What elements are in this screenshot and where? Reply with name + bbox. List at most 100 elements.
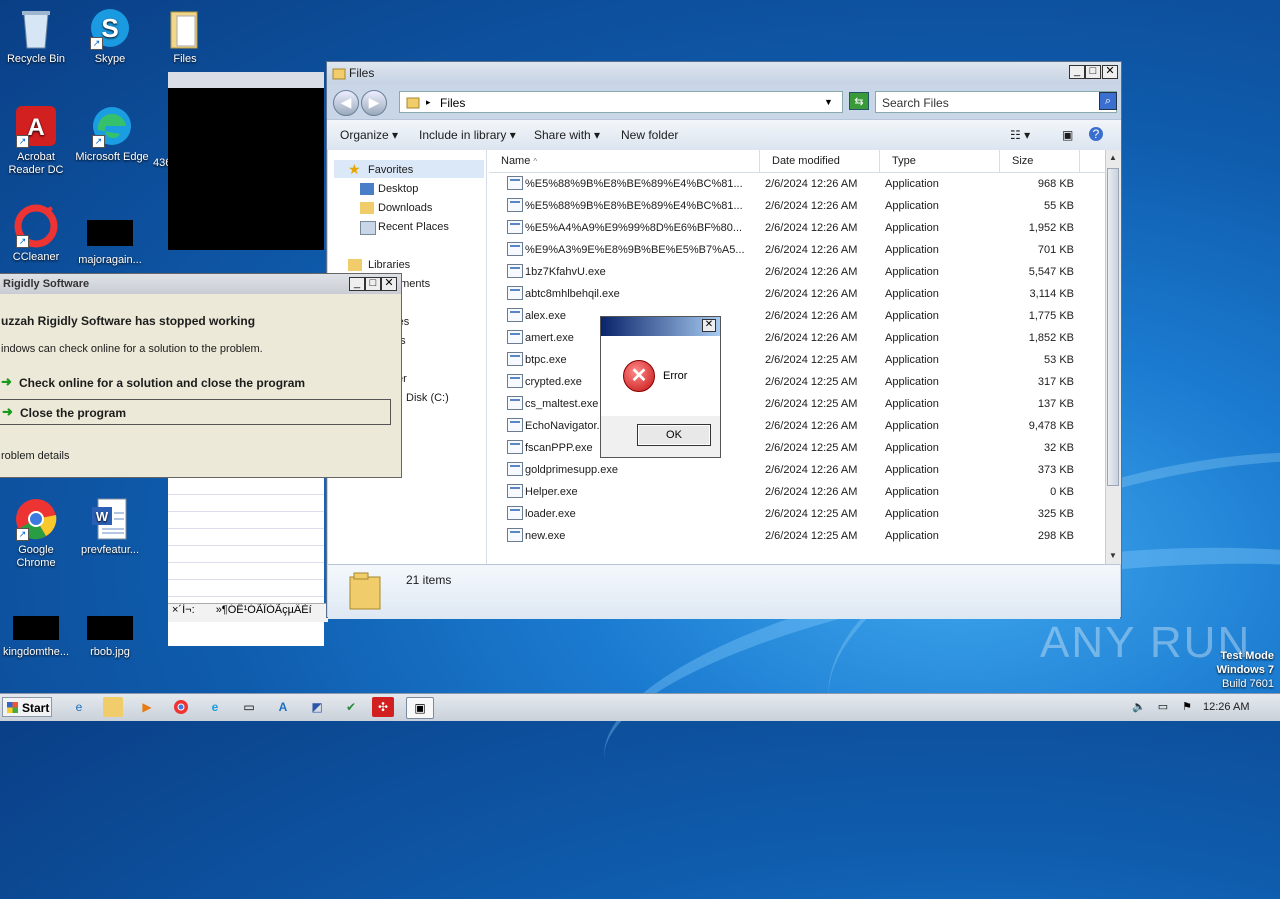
- file-row[interactable]: crypted.exe 2/6/2024 12:25 AM Application 3…: [489, 371, 1105, 393]
- nav-libraries[interactable]: Libraries: [368, 259, 410, 271]
- crash-dialog-titlebar[interactable]: Rigidly Software _ □ ✕: [0, 274, 401, 294]
- background-console-window[interactable]: [168, 72, 324, 250]
- problem-details-toggle[interactable]: roblem details: [1, 450, 69, 462]
- file-row[interactable]: abtc8mhlbehqil.exe 2/6/2024 12:26 AM Appli…: [489, 283, 1105, 305]
- nav-favorites[interactable]: Favorites: [368, 164, 413, 176]
- network-icon[interactable]: ▭: [1150, 697, 1176, 717]
- explorer-window[interactable]: Files _ □ ✕ ◀ ▶ ▸ Files ▼ ⇆ Search Files…: [326, 61, 1122, 619]
- maximize-button[interactable]: □: [1085, 65, 1101, 79]
- nav-local-disk[interactable]: Disk (C:): [406, 392, 449, 404]
- file-row[interactable]: %E5%A4%A9%E9%99%8D%E6%BF%80... 2/6/2024 1…: [489, 217, 1105, 239]
- scroll-up-arrow[interactable]: ▲: [1107, 151, 1119, 165]
- minimize-button[interactable]: _: [1069, 65, 1085, 79]
- close-program-option[interactable]: ➜ Close the program: [0, 399, 391, 425]
- file-row[interactable]: btpc.exe 2/6/2024 12:25 AM Application 53 K…: [489, 349, 1105, 371]
- explorer-titlebar[interactable]: Files _ □ ✕: [327, 62, 1121, 84]
- flag-icon[interactable]: ⚑: [1174, 697, 1200, 717]
- search-input[interactable]: Search Files: [875, 91, 1117, 113]
- desktop-icon-label: rbob.jpg: [90, 646, 130, 658]
- organize-menu[interactable]: Organize ▾: [340, 128, 398, 142]
- error-dialog-titlebar[interactable]: ✕: [601, 317, 720, 336]
- file-row[interactable]: loader.exe 2/6/2024 12:25 AM Application 32…: [489, 503, 1105, 525]
- maximize-button[interactable]: □: [365, 277, 381, 291]
- forward-button[interactable]: ▶: [361, 90, 387, 116]
- desktop-icon-chrome[interactable]: ↗ Google Chrome: [0, 497, 74, 570]
- column-name[interactable]: Name ^: [489, 150, 760, 172]
- address-bar[interactable]: ▸ Files ▼: [399, 91, 843, 113]
- close-button[interactable]: ✕: [702, 319, 716, 332]
- scrollbar-thumb[interactable]: [1107, 168, 1119, 486]
- close-button[interactable]: ✕: [1102, 65, 1118, 79]
- file-row[interactable]: 1bz7KfahvU.exe 2/6/2024 12:26 AM Applicati…: [489, 261, 1105, 283]
- nav-recent-places[interactable]: Recent Places: [378, 221, 449, 233]
- close-button[interactable]: ✕: [381, 277, 397, 291]
- error-message: Error: [663, 370, 688, 382]
- desktop-icon-acrobat[interactable]: A ↗ Acrobat Reader DC: [0, 104, 74, 177]
- file-size: 137 KB: [1037, 398, 1074, 410]
- media-player-icon[interactable]: ▶: [134, 697, 160, 717]
- app-red-taskbar-icon[interactable]: ✣: [372, 697, 394, 717]
- column-date-modified[interactable]: Date modified: [760, 150, 880, 172]
- chrome-taskbar-icon[interactable]: [168, 697, 194, 717]
- file-row[interactable]: amert.exe 2/6/2024 12:26 AM Application 1,8…: [489, 327, 1105, 349]
- vertical-scrollbar[interactable]: ▲ ▼: [1105, 150, 1121, 564]
- desktop-icon-ccleaner[interactable]: ↗ CCleaner: [0, 204, 74, 264]
- file-row[interactable]: new.exe 2/6/2024 12:25 AM Application 298 K…: [489, 525, 1105, 547]
- app-check-taskbar-icon[interactable]: ✔: [338, 697, 364, 717]
- desktop-icon-rbob[interactable]: rbob.jpg: [72, 616, 148, 659]
- back-button[interactable]: ◀: [333, 90, 359, 116]
- clock[interactable]: 12:26 AM: [1203, 701, 1249, 713]
- minimize-button[interactable]: _: [349, 277, 365, 291]
- error-dialog[interactable]: ✕ ✕ Error OK: [600, 316, 721, 458]
- desktop-icon-skype[interactable]: S ↗ Skype: [72, 6, 148, 66]
- check-online-option[interactable]: ➜ Check online for a solution and close …: [0, 370, 391, 396]
- active-window-taskbar-icon[interactable]: ▣: [406, 697, 434, 719]
- desktop-icon-majoragain[interactable]: majoragain...: [72, 220, 148, 267]
- file-row[interactable]: %E9%A3%9E%E8%9B%BE%E5%B7%A5... 2/6/2024 1…: [489, 239, 1105, 261]
- file-row[interactable]: cs_maltest.exe 2/6/2024 12:25 AM Applicati…: [489, 393, 1105, 415]
- ok-button[interactable]: OK: [637, 424, 711, 446]
- search-icon[interactable]: ⌕: [1099, 92, 1117, 110]
- preview-pane-icon[interactable]: ▣: [1062, 128, 1073, 142]
- scroll-down-arrow[interactable]: ▼: [1107, 549, 1119, 563]
- address-dropdown-icon[interactable]: ▼: [824, 97, 833, 107]
- file-row[interactable]: fscanPPP.exe 2/6/2024 12:25 AM Application…: [489, 437, 1105, 459]
- nav-downloads[interactable]: Downloads: [378, 202, 432, 214]
- explorer-taskbar-icon[interactable]: [103, 697, 123, 717]
- desktop-icon-kingdomthe[interactable]: kingdomthe...: [0, 616, 74, 659]
- app-a-taskbar-icon[interactable]: A: [270, 697, 296, 717]
- file-row[interactable]: alex.exe 2/6/2024 12:26 AM Application 1,77…: [489, 305, 1105, 327]
- app-taskbar-icon[interactable]: ◩: [304, 697, 330, 717]
- application-icon: [507, 374, 523, 388]
- desktop-icon-label: Recycle Bin: [6, 53, 66, 65]
- refresh-button[interactable]: ⇆: [849, 92, 869, 110]
- help-icon[interactable]: ?: [1089, 127, 1103, 141]
- start-button[interactable]: Start: [2, 697, 52, 717]
- file-row[interactable]: Helper.exe 2/6/2024 12:26 AM Application 0 …: [489, 481, 1105, 503]
- desktop-icon-prevfeatur[interactable]: W prevfeatur...: [72, 497, 148, 557]
- file-row-partial[interactable]: [489, 557, 1105, 564]
- folder-icon: [406, 97, 420, 109]
- file-row[interactable]: EchoNavigator. 2/6/2024 12:26 AM Applicati…: [489, 415, 1105, 437]
- desktop-icon-files[interactable]: Files: [147, 6, 223, 66]
- desktop-icon-recycle-bin[interactable]: Recycle Bin: [0, 6, 74, 66]
- file-row[interactable]: %E5%88%9B%E8%BE%89%E4%BC%81... 2/6/2024 1…: [489, 173, 1105, 195]
- file-row[interactable]: goldprimesupp.exe 2/6/2024 12:26 AM Applic…: [489, 459, 1105, 481]
- crash-dialog[interactable]: Rigidly Software _ □ ✕ uzzah Rigidly Sof…: [0, 273, 402, 478]
- window-taskbar-icon[interactable]: ▭: [236, 697, 262, 717]
- file-row[interactable]: %E5%88%9B%E8%BE%89%E4%BC%81... 2/6/2024 1…: [489, 195, 1105, 217]
- new-folder-button[interactable]: New folder: [621, 128, 678, 142]
- desktop-icon-edge[interactable]: ↗ Microsoft Edge: [74, 104, 150, 164]
- folder-icon: [332, 68, 346, 80]
- include-in-library-menu[interactable]: Include in library ▾: [419, 128, 516, 142]
- view-options-icon[interactable]: ☷ ▾: [1010, 128, 1030, 142]
- column-type[interactable]: Type: [880, 150, 1000, 172]
- ie-icon[interactable]: e: [66, 697, 92, 717]
- volume-icon[interactable]: 🔈: [1126, 697, 1152, 717]
- share-with-menu[interactable]: Share with ▾: [534, 128, 600, 142]
- nav-desktop[interactable]: Desktop: [378, 183, 418, 195]
- edge-taskbar-icon[interactable]: e: [202, 697, 228, 717]
- column-size[interactable]: Size: [1000, 150, 1080, 172]
- breadcrumb-files[interactable]: Files: [440, 96, 465, 110]
- breadcrumb-arrow-icon[interactable]: ▸: [426, 97, 431, 108]
